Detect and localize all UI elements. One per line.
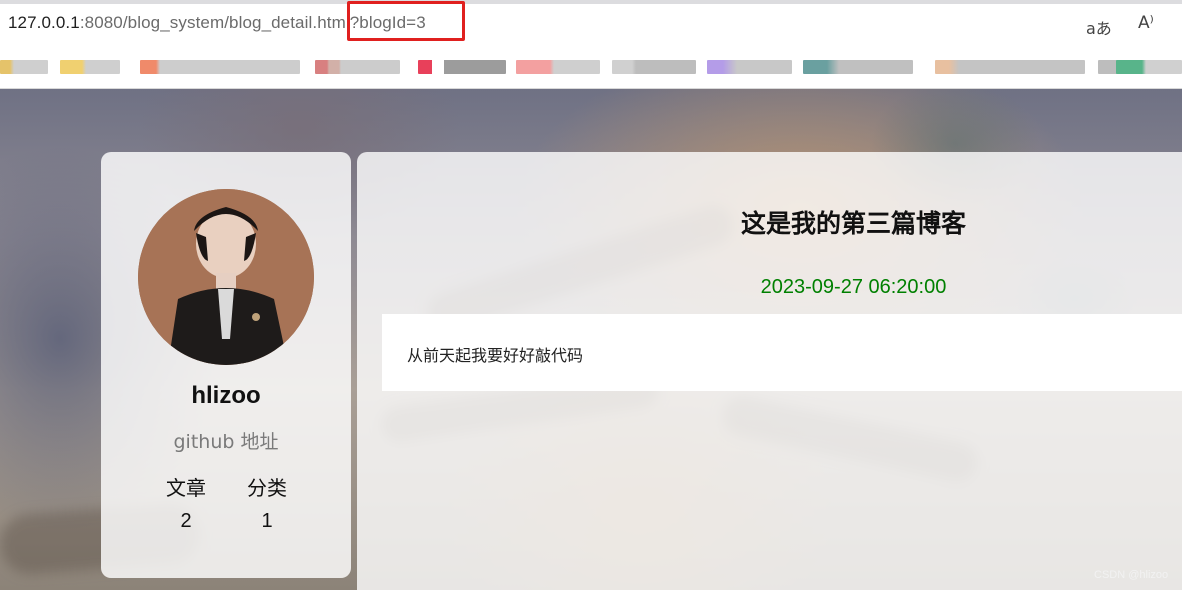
stat-articles-label: 文章 <box>166 476 206 500</box>
read-aloud-icon[interactable]: A⁾ <box>1138 13 1154 33</box>
bookmark-item[interactable] <box>140 60 300 74</box>
bookmark-item[interactable] <box>418 60 506 74</box>
bookmark-item[interactable] <box>1116 60 1182 74</box>
bookmarks-bar <box>0 42 1182 89</box>
stat-categories-value: 1 <box>261 510 273 532</box>
blog-content-text: 从前天起我要好好敲代码 <box>407 346 584 365</box>
address-bar[interactable]: 127.0.0.1:8080/blog_system/blog_detail.h… <box>0 4 1182 42</box>
stat-categories-label: 分类 <box>247 476 287 500</box>
bookmark-item[interactable] <box>935 60 1085 74</box>
blog-detail-panel: 这是我的第三篇博客 2023-09-27 06:20:00 从前天起我要好好敲代… <box>357 152 1182 590</box>
profile-card: hlizoo github 地址 文章 分类 2 1 <box>101 152 351 578</box>
username: hlizoo <box>191 382 261 409</box>
avatar <box>138 189 314 365</box>
bookmark-item[interactable] <box>612 60 696 74</box>
watermark: CSDN @hlizoo <box>1094 569 1169 581</box>
url-query-highlight <box>347 1 465 41</box>
blog-content-box: 从前天起我要好好敲代码 <box>382 314 1182 391</box>
page-background: hlizoo github 地址 文章 分类 2 1 这是我的第三篇博客 202… <box>0 89 1182 590</box>
reader-mode-icon[interactable]: aあ <box>1086 15 1112 39</box>
blog-date: 2023-09-27 06:20:00 <box>760 276 947 298</box>
blog-title: 这是我的第三篇博客 <box>740 209 966 238</box>
github-link[interactable]: github 地址 <box>101 427 351 454</box>
bookmark-item[interactable] <box>516 60 600 74</box>
bookmark-item[interactable] <box>803 60 913 74</box>
avatar-image <box>138 189 314 365</box>
bookmark-item[interactable] <box>707 60 792 74</box>
bookmark-item[interactable] <box>0 60 48 74</box>
stat-articles-value: 2 <box>180 510 192 532</box>
url-host: 127.0.0.1 <box>8 13 80 32</box>
bookmark-item[interactable] <box>60 60 120 74</box>
bookmark-item[interactable] <box>315 60 400 74</box>
